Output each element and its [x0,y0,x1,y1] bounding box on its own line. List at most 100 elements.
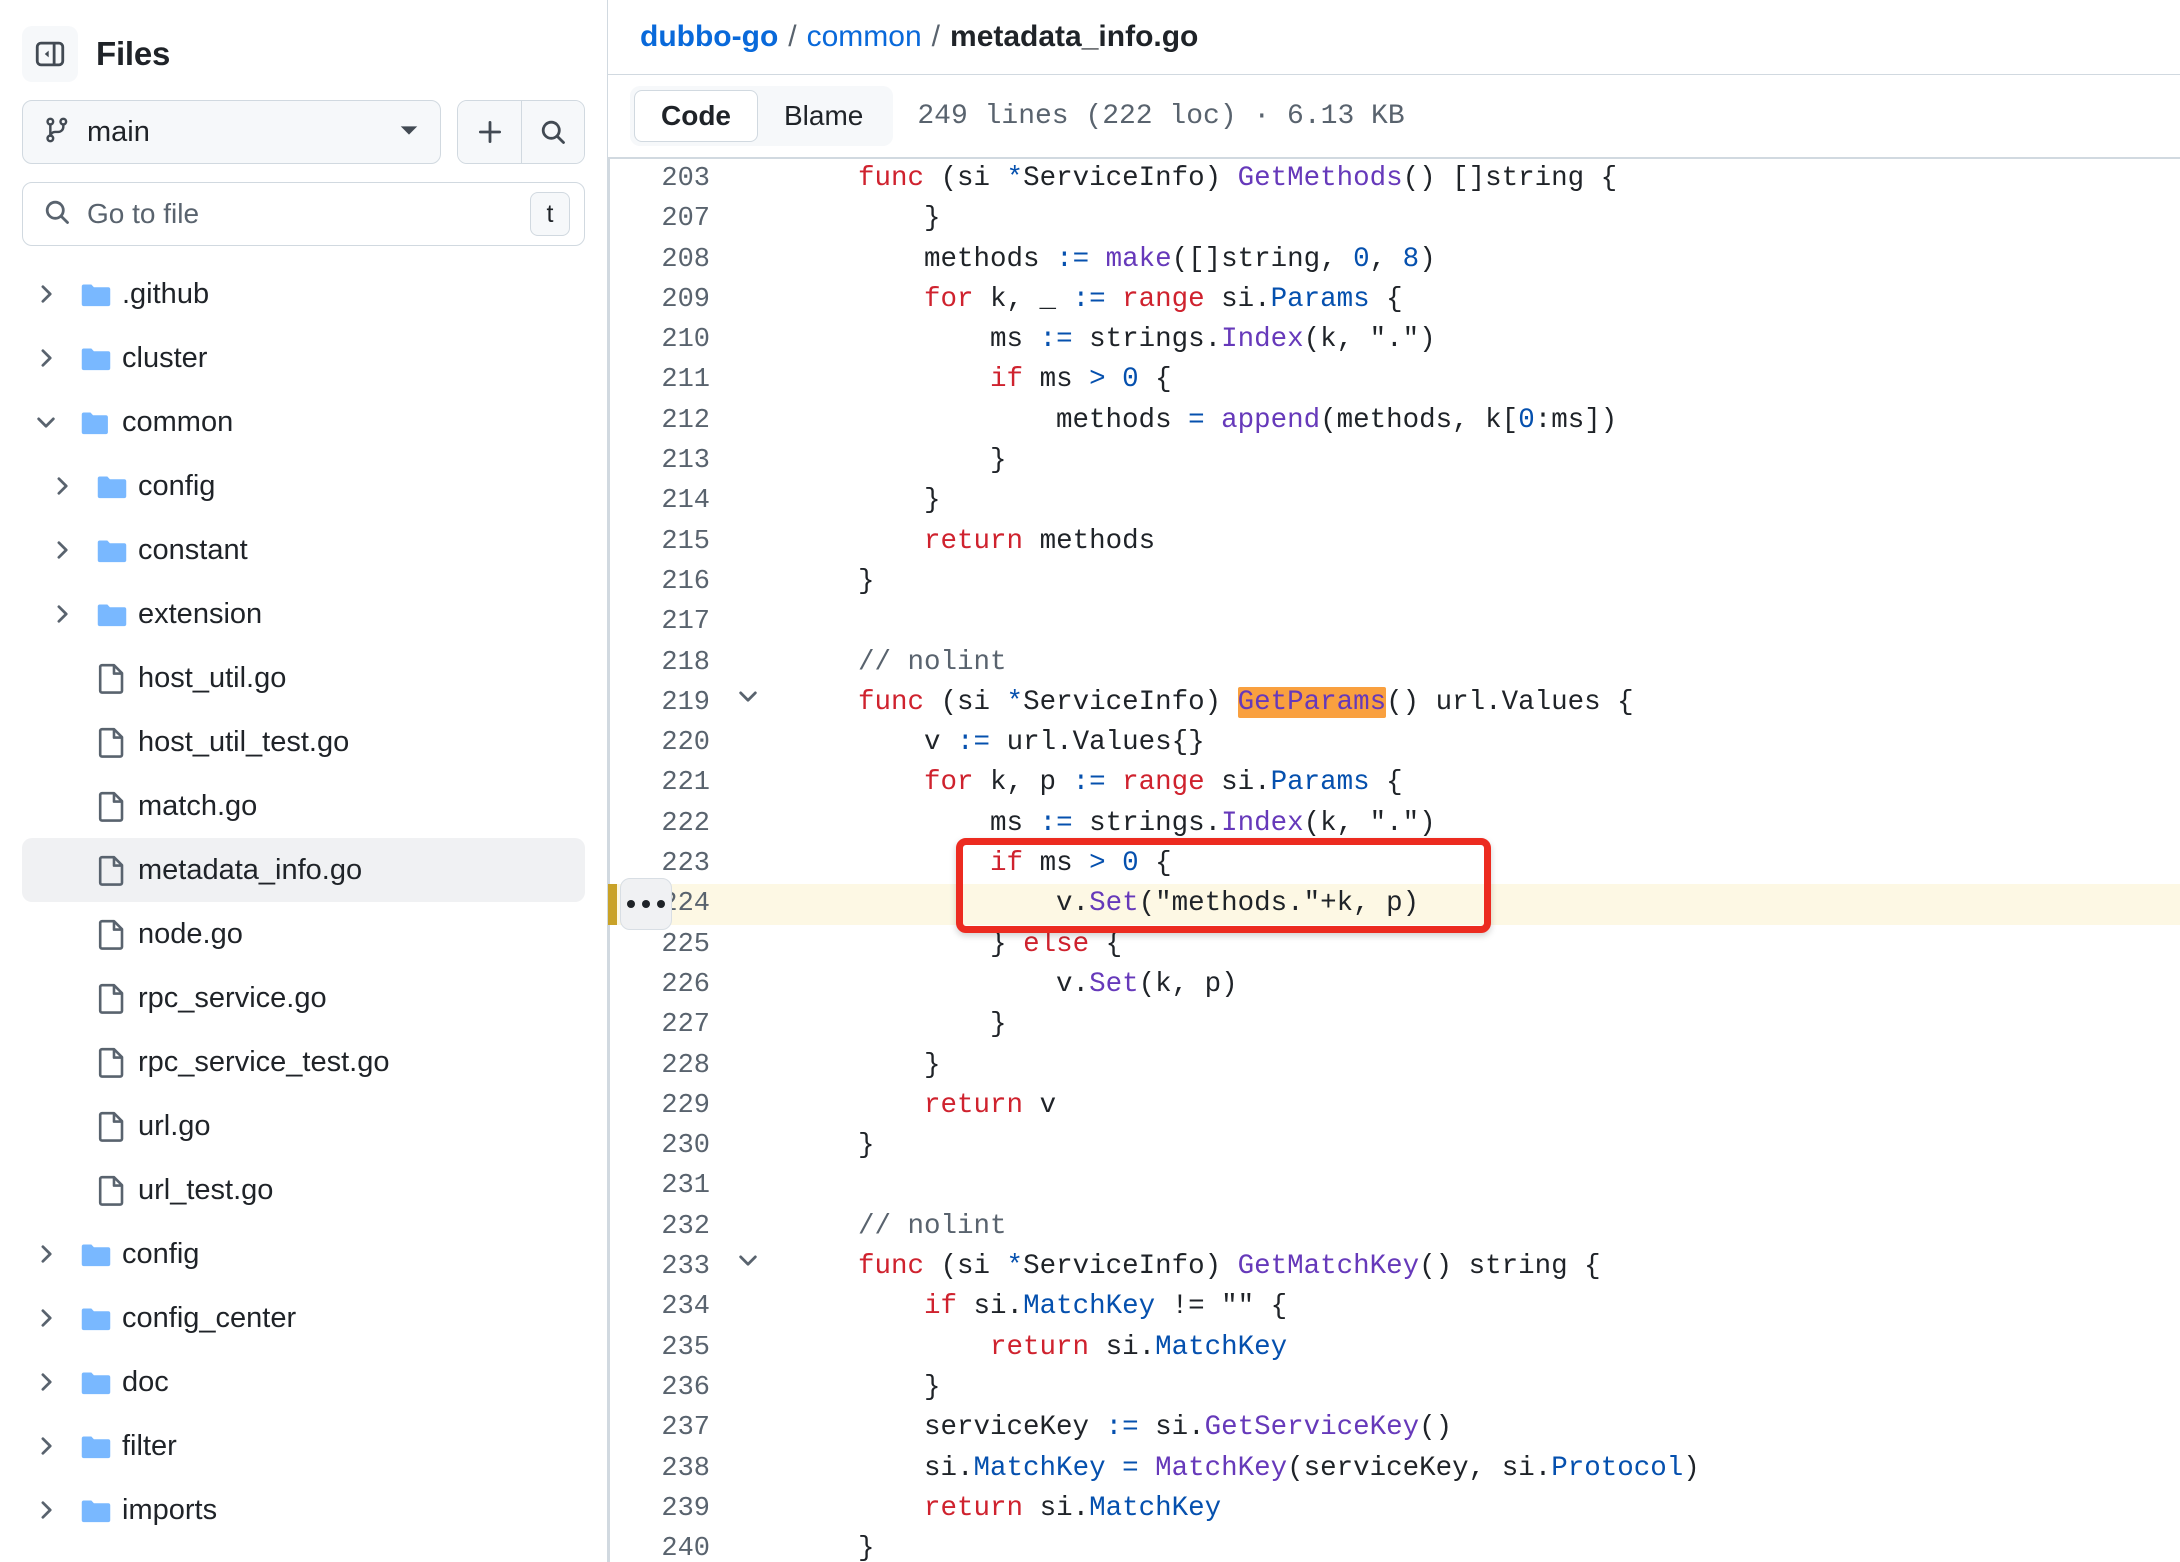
line-number[interactable]: 212 [608,401,726,441]
line-number[interactable]: 227 [608,1005,726,1045]
chevron-right-icon[interactable] [22,1371,70,1393]
code-line-row[interactable]: 214 } [608,481,2180,521]
code-fold-toggle[interactable] [726,1247,770,1287]
code-line-row[interactable]: 217 [608,602,2180,642]
code-line-row[interactable]: 235 return si.MatchKey [608,1328,2180,1368]
line-number[interactable]: 235 [608,1328,726,1368]
tree-item-metadata-info-go[interactable]: metadata_info.go [22,838,585,902]
chevron-right-icon[interactable] [38,475,86,497]
code-line-row[interactable]: 240 } [608,1529,2180,1562]
line-number[interactable]: 208 [608,240,726,280]
chevron-right-icon[interactable] [38,603,86,625]
code-line-row[interactable]: 220 v := url.Values{} [608,723,2180,763]
line-number[interactable]: 211 [608,360,726,400]
line-number[interactable]: 226 [608,965,726,1005]
code-fold-toggle[interactable] [726,683,770,723]
code-line-row[interactable]: 211 if ms > 0 { [608,360,2180,400]
line-number[interactable]: 234 [608,1287,726,1327]
code-line-row[interactable]: 209 for k, _ := range si.Params { [608,280,2180,320]
code-line-row[interactable]: 221 for k, p := range si.Params { [608,763,2180,803]
tree-item-rpc-service-test-go[interactable]: rpc_service_test.go [22,1030,585,1094]
search-icon[interactable] [521,101,584,163]
line-number[interactable]: 214 [608,481,726,521]
line-number[interactable]: 232 [608,1207,726,1247]
tree-item-node-go[interactable]: node.go [22,902,585,966]
chevron-right-icon[interactable] [22,1243,70,1265]
line-number[interactable]: 233 [608,1247,726,1287]
code-line-row[interactable]: 237 serviceKey := si.GetServiceKey() [608,1408,2180,1448]
tree-item-match-go[interactable]: match.go [22,774,585,838]
code-line-row[interactable]: 223 if ms > 0 { [608,844,2180,884]
code-line-row[interactable]: 225 } else { [608,925,2180,965]
breadcrumb-folder[interactable]: common [807,20,922,54]
tree-item-cluster[interactable]: cluster [22,326,585,390]
chevron-right-icon[interactable] [22,1307,70,1329]
code-line-row[interactable]: 226 v.Set(k, p) [608,965,2180,1005]
line-number[interactable]: 239 [608,1489,726,1529]
code-line-row[interactable]: 238 si.MatchKey = MatchKey(serviceKey, s… [608,1449,2180,1489]
line-number[interactable]: 213 [608,441,726,481]
chevron-right-icon[interactable] [22,1435,70,1457]
line-number[interactable]: 207 [608,199,726,239]
code-line-row[interactable]: 219 func (si *ServiceInfo) GetParams() u… [608,683,2180,723]
code-line-row[interactable]: 212 methods = append(methods, k[0:ms]) [608,401,2180,441]
code-line-row[interactable]: 210 ms := strings.Index(k, ".") [608,320,2180,360]
code-line-row[interactable]: 228 } [608,1046,2180,1086]
tree-item-config-center[interactable]: config_center [22,1286,585,1350]
code-line-row[interactable]: 218 // nolint [608,643,2180,683]
code-line-row[interactable]: 231 [608,1166,2180,1206]
code-line-row[interactable]: 216 } [608,562,2180,602]
tree-item-constant[interactable]: constant [22,518,585,582]
code-line-row[interactable]: 203 func (si *ServiceInfo) GetMethods() … [608,158,2180,200]
line-number[interactable]: 203 [608,158,726,200]
line-number[interactable]: 220 [608,723,726,763]
sidebar-collapse-icon[interactable] [22,26,78,82]
line-number[interactable]: 216 [608,562,726,602]
code-line-row[interactable]: 239 return si.MatchKey [608,1489,2180,1529]
tab-code[interactable]: Code [634,90,758,142]
tree-item-url-go[interactable]: url.go [22,1094,585,1158]
tab-blame[interactable]: Blame [758,90,889,142]
code-viewer[interactable]: 203 func (si *ServiceInfo) GetMethods() … [608,158,2180,1562]
code-line-row[interactable]: 208 methods := make([]string, 0, 8) [608,240,2180,280]
line-number[interactable]: 228 [608,1046,726,1086]
tree-item-config[interactable]: config [22,454,585,518]
code-line-row[interactable]: 215 return methods [608,522,2180,562]
tree-item-common[interactable]: common [22,390,585,454]
line-number[interactable]: 222 [608,804,726,844]
code-line-row[interactable]: 229 return v [608,1086,2180,1126]
line-number[interactable]: 210 [608,320,726,360]
search-input[interactable]: Go to file t [22,182,585,246]
tree-item-extension[interactable]: extension [22,582,585,646]
code-line-row[interactable]: 222 ms := strings.Index(k, ".") [608,804,2180,844]
line-options-kebab-menu[interactable] [620,878,672,931]
chevron-right-icon[interactable] [38,539,86,561]
code-line-row[interactable]: 232 // nolint [608,1207,2180,1247]
tree-item-imports[interactable]: imports [22,1478,585,1542]
line-number[interactable]: 230 [608,1126,726,1166]
chevron-right-icon[interactable] [22,1499,70,1521]
line-number[interactable]: 217 [608,602,726,642]
line-number[interactable]: 221 [608,763,726,803]
branch-selector[interactable]: main [22,100,441,164]
line-number[interactable]: 240 [608,1529,726,1562]
line-number[interactable]: 219 [608,683,726,723]
chevron-right-icon[interactable] [22,283,70,305]
line-number[interactable]: 209 [608,280,726,320]
tree-item-rpc-service-go[interactable]: rpc_service.go [22,966,585,1030]
line-number[interactable]: 225 [608,925,726,965]
code-line-row[interactable]: 213 } [608,441,2180,481]
chevron-down-icon[interactable] [22,411,70,433]
code-line-row[interactable]: 227 } [608,1005,2180,1045]
tree-item-config[interactable]: config [22,1222,585,1286]
line-number[interactable]: 215 [608,522,726,562]
tree-item-filter[interactable]: filter [22,1414,585,1478]
line-number[interactable]: 236 [608,1368,726,1408]
code-line-row[interactable]: 207 } [608,199,2180,239]
breadcrumb-repo[interactable]: dubbo-go [640,20,778,54]
plus-icon[interactable] [458,101,521,163]
code-line-row[interactable]: 224 v.Set("methods."+k, p) [608,884,2180,925]
tree-item--github[interactable]: .github [22,262,585,326]
code-line-row[interactable]: 234 if si.MatchKey != "" { [608,1287,2180,1327]
tree-item-host-util-go[interactable]: host_util.go [22,646,585,710]
